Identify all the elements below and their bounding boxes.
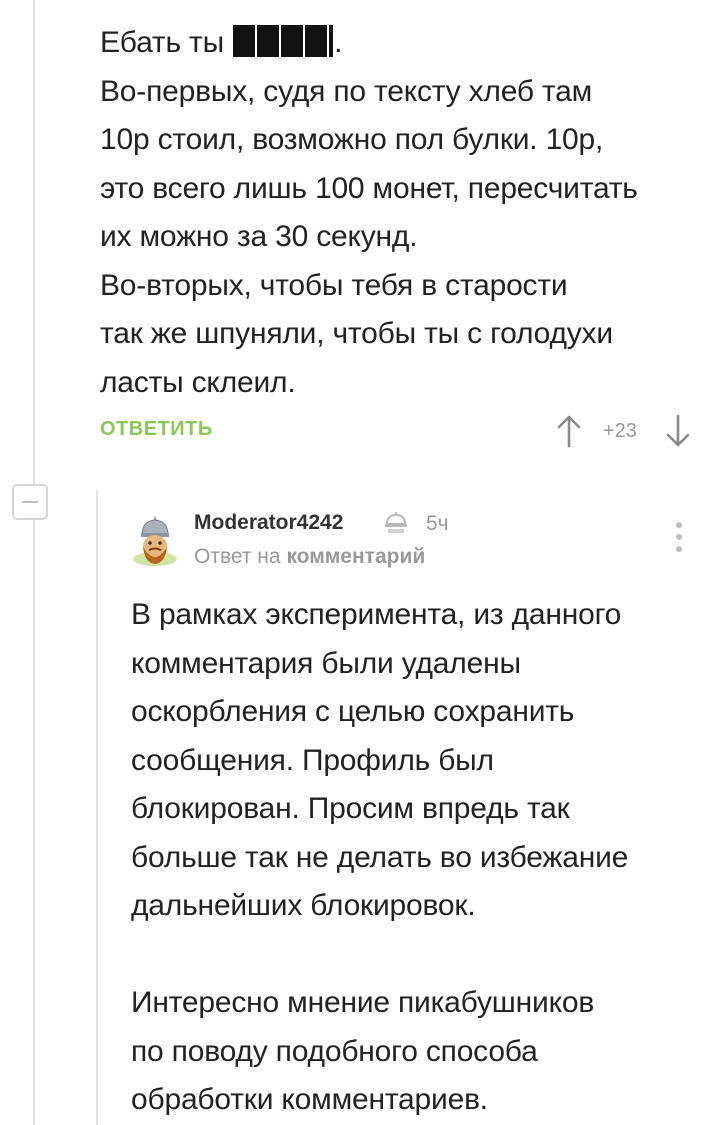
comment-line: 10р стоил, возможно пол булки. 10р,: [100, 123, 604, 156]
thread-line-outer-lower: [33, 520, 35, 1125]
collapse-icon[interactable]: [12, 484, 48, 520]
comment-line: так же шпуняли, чтобы ты с голодухи: [100, 317, 613, 350]
comment-line: это всего лишь 100 монет, пересчитать: [100, 171, 638, 205]
more-icon[interactable]: [672, 522, 686, 556]
comment-line: сообщения. Профиль был: [131, 743, 494, 777]
comment-line: Интересно мнение пикабушников: [131, 986, 595, 1019]
reply-comment-text: В рамках эксперимента, из данного коммен…: [131, 591, 628, 1125]
up-arrow-icon[interactable]: [556, 414, 582, 453]
comment-line: оскорбления с целью сохранить: [131, 695, 575, 728]
rating-value: +23: [603, 420, 637, 442]
comment-time: 5ч: [426, 512, 449, 535]
avatar[interactable]: [130, 513, 180, 567]
comment-line: Во-вторых, чтобы тебя в старости: [100, 268, 568, 302]
reply-to: Ответ на комментарий: [194, 545, 426, 568]
parent-comment-text: Ебать ты . Во-первых, судя по тексту хле…: [100, 19, 638, 407]
comment-line: В рамках эксперимента, из данного: [131, 598, 622, 631]
comment-line: Во-первых, судя по тексту хлеб там: [100, 74, 593, 108]
comment-line: больше так не делать во избежание: [131, 840, 629, 874]
comment-line: ласты склеил.: [100, 365, 296, 399]
comment-line: обработки комментариев.: [131, 1083, 488, 1116]
comment-line: их можно за 30 секунд.: [100, 220, 418, 253]
moderator-icon: [382, 510, 410, 541]
reply-button[interactable]: ОТВЕТИТЬ: [100, 418, 213, 441]
thread-line-reply: [96, 490, 98, 1125]
comment-line: по поводу подобного способа: [131, 1034, 538, 1068]
minus-shape: [22, 501, 38, 503]
censored-word: [233, 25, 334, 57]
comment-line: дальнейших блокировок.: [131, 889, 476, 922]
down-arrow-icon[interactable]: [665, 414, 691, 453]
reply-to-link[interactable]: комментарий: [286, 545, 425, 568]
author-name[interactable]: Moderator4242: [194, 511, 343, 535]
comment-line: Ебать ты .: [100, 25, 343, 59]
comment-line: блокирован. Просим впредь так: [131, 792, 570, 825]
comment-line: комментария были удалены: [131, 646, 521, 680]
thread-line-outer: [33, 0, 35, 484]
